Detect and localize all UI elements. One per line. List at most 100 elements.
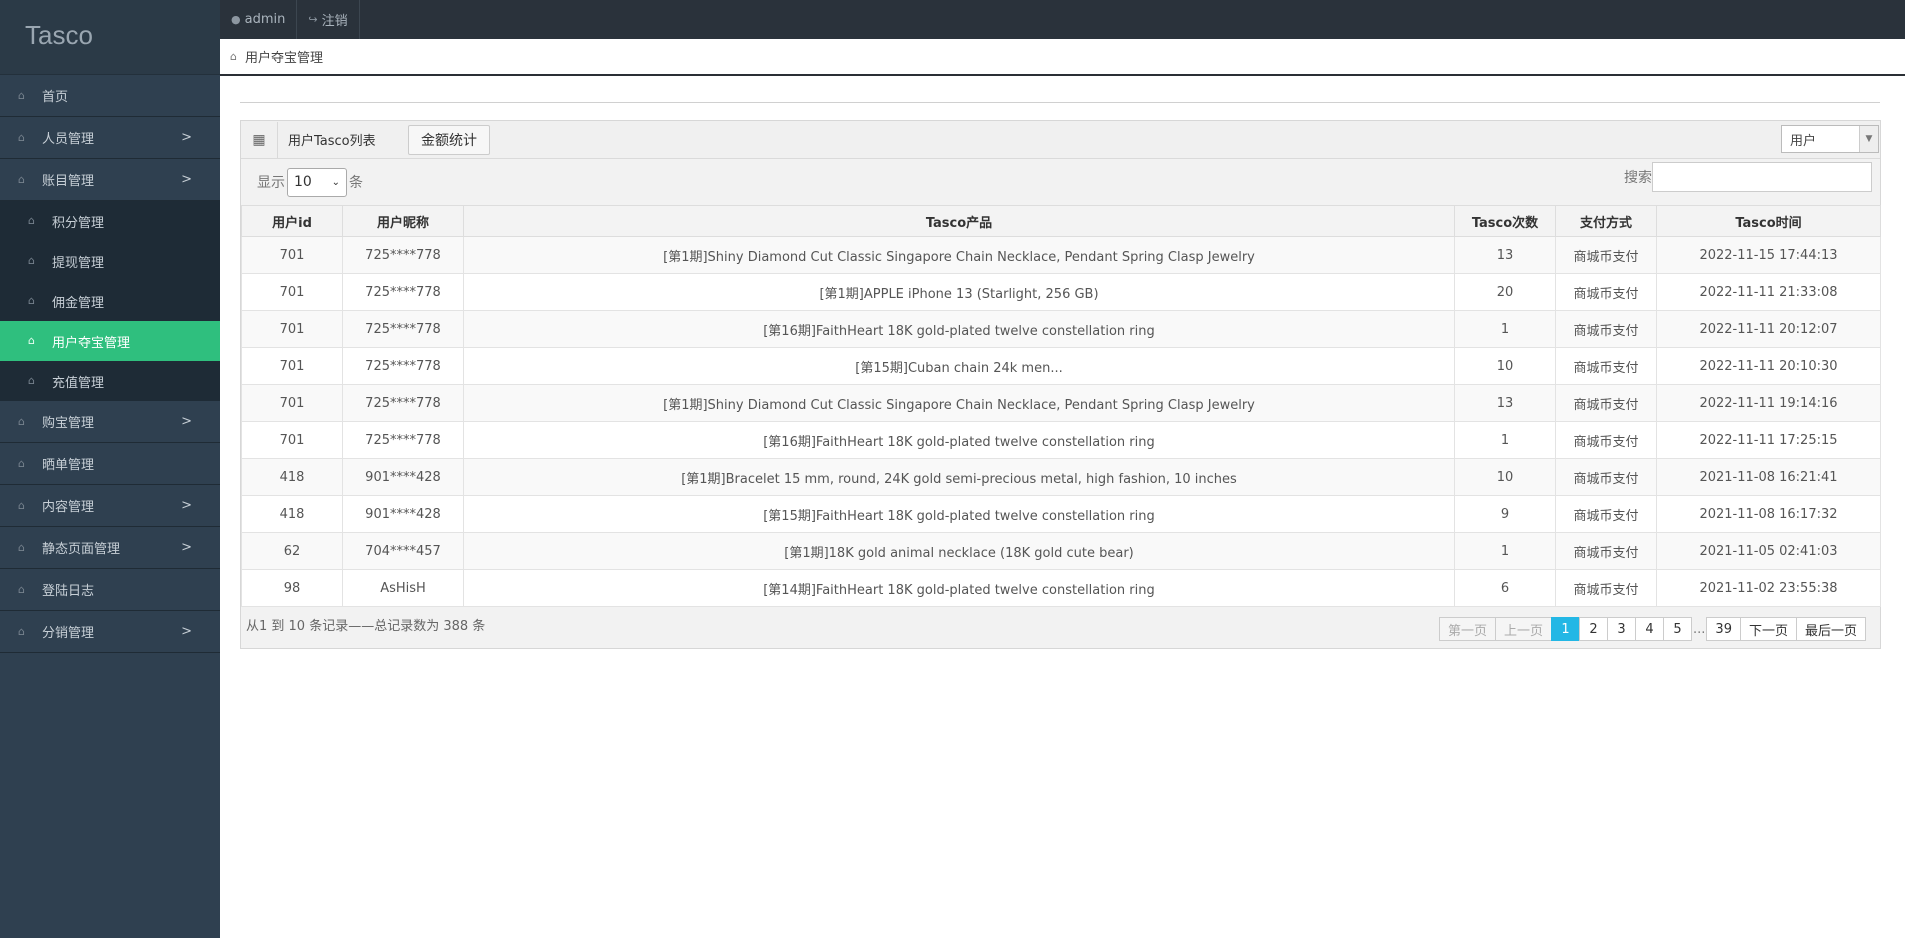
sidebar-item-accounts[interactable]: ⌂ 账目管理 > bbox=[0, 159, 220, 201]
home-icon: ⌂ bbox=[230, 50, 237, 63]
user-id-cell: 62 bbox=[241, 532, 343, 570]
sidebar-subitem-points[interactable]: ⌂ 积分管理 bbox=[0, 201, 220, 241]
sidebar-item-content[interactable]: ⌂ 内容管理 > bbox=[0, 485, 220, 527]
sidebar-item-label: 账目管理 bbox=[42, 174, 95, 189]
count-cell: 20 bbox=[1454, 273, 1556, 311]
column-header[interactable]: 用户id bbox=[241, 205, 343, 237]
sidebar-subitem-label: 提现管理 bbox=[52, 255, 105, 271]
sidebar-item-distribution[interactable]: ⌂ 分销管理 > bbox=[0, 611, 220, 653]
unit-label: 条 bbox=[349, 175, 363, 191]
table-row: 701 725****778 [第16期]FaithHeart 18K gold-p… bbox=[241, 421, 1881, 459]
sidebar-item-showcase[interactable]: ⌂ 晒单管理 bbox=[0, 443, 220, 485]
last-page-button[interactable]: 最后一页 bbox=[1795, 617, 1866, 641]
payment-cell: 商城币支付 bbox=[1555, 347, 1657, 385]
home-icon: ⌂ bbox=[18, 414, 25, 428]
sidebar-subitem-user-treasure[interactable]: ⌂ 用户夺宝管理 bbox=[0, 321, 220, 361]
sidebar: Tasco ⌂ 首页 ⌂ 人员管理 > ⌂ 账目管理 > ⌂ 积分管理 ⌂ 提现… bbox=[0, 0, 220, 938]
column-header[interactable]: 支付方式 bbox=[1555, 205, 1657, 237]
nickname-cell: 725****778 bbox=[342, 384, 464, 422]
count-cell: 13 bbox=[1454, 236, 1556, 274]
sidebar-subitem-label: 佣金管理 bbox=[52, 295, 105, 311]
time-cell: 2021-11-05 02:41:03 bbox=[1656, 532, 1881, 570]
records-table: 用户id 用户昵称 Tasco产品 Tasco次数 支付方式 Tasco时间 7… bbox=[241, 205, 1881, 607]
nickname-cell: 725****778 bbox=[342, 236, 464, 274]
page-number[interactable]: 5 bbox=[1663, 617, 1693, 641]
home-icon: ⌂ bbox=[28, 214, 35, 227]
home-icon: ⌂ bbox=[18, 498, 25, 512]
page-number[interactable]: 2 bbox=[1579, 617, 1609, 641]
next-page-button[interactable]: 下一页 bbox=[1739, 617, 1797, 641]
brand-logo: Tasco bbox=[0, 0, 220, 75]
column-header[interactable]: Tasco时间 bbox=[1656, 205, 1881, 237]
sidebar-item-home[interactable]: ⌂ 首页 bbox=[0, 75, 220, 117]
product-cell: [第16期]FaithHeart 18K gold-plated twelve … bbox=[463, 421, 1455, 459]
page-number[interactable]: 4 bbox=[1635, 617, 1665, 641]
sidebar-item-static-pages[interactable]: ⌂ 静态页面管理 > bbox=[0, 527, 220, 569]
table-toolbar: 显示 10 ⌄ 条 搜索 bbox=[241, 159, 1880, 205]
column-header[interactable]: 用户昵称 bbox=[342, 205, 464, 237]
nickname-cell: 704****457 bbox=[342, 532, 464, 570]
sidebar-item-purchase[interactable]: ⌂ 购宝管理 > bbox=[0, 401, 220, 443]
page-number[interactable]: 1 bbox=[1551, 617, 1581, 641]
sidebar-item-login-log[interactable]: ⌂ 登陆日志 bbox=[0, 569, 220, 611]
home-icon: ⌂ bbox=[18, 456, 25, 470]
grid-icon: ▦ bbox=[241, 121, 278, 158]
count-cell: 13 bbox=[1454, 384, 1556, 422]
table-body: 701 725****778 [第1期]Shiny Diamond Cut Clas… bbox=[241, 236, 1881, 607]
prev-page-button[interactable]: 上一页 bbox=[1495, 617, 1553, 641]
sidebar-item-label: 分销管理 bbox=[42, 626, 95, 641]
user-name: admin bbox=[244, 12, 286, 27]
user-id-cell: 701 bbox=[241, 384, 343, 422]
table-row: 701 725****778 [第1期]APPLE iPhone 13 (Starl… bbox=[241, 273, 1881, 311]
top-bar: ● admin ↪ 注销 bbox=[220, 0, 1905, 39]
count-cell: 1 bbox=[1454, 421, 1556, 459]
search-input[interactable] bbox=[1652, 162, 1872, 192]
sidebar-subitem-recharge[interactable]: ⌂ 充值管理 bbox=[0, 361, 220, 401]
payment-cell: 商城币支付 bbox=[1555, 273, 1657, 311]
column-header[interactable]: Tasco次数 bbox=[1454, 205, 1556, 237]
count-cell: 6 bbox=[1454, 569, 1556, 607]
chevron-down-icon: ⌄ bbox=[331, 176, 340, 188]
pagination: 第一页 上一页 1 2 3 4 5 ... 39 下一页 最后一页 bbox=[1438, 617, 1866, 641]
home-icon: ⌂ bbox=[18, 624, 25, 638]
user-id-cell: 701 bbox=[241, 347, 343, 385]
table-row: 701 725****778 [第15期]Cuban chain 24k men..… bbox=[241, 347, 1881, 385]
first-page-button[interactable]: 第一页 bbox=[1438, 617, 1496, 641]
chevron-down-icon: ▼ bbox=[1859, 126, 1878, 152]
chevron-right-icon: > bbox=[181, 130, 192, 145]
sidebar-item-label: 购宝管理 bbox=[42, 416, 95, 431]
user-id-cell: 701 bbox=[241, 421, 343, 459]
chevron-right-icon: > bbox=[181, 624, 192, 639]
logout-link[interactable]: ↪ 注销 bbox=[297, 0, 360, 39]
home-icon: ⌂ bbox=[18, 88, 25, 102]
page-size-select[interactable]: 10 ⌄ bbox=[287, 167, 347, 197]
sidebar-item-label: 登陆日志 bbox=[42, 584, 95, 599]
nickname-cell: 725****778 bbox=[342, 273, 464, 311]
amount-stats-button[interactable]: 金额统计 bbox=[408, 124, 490, 155]
sidebar-subitem-commission[interactable]: ⌂ 佣金管理 bbox=[0, 281, 220, 321]
sidebar-item-staff[interactable]: ⌂ 人员管理 > bbox=[0, 117, 220, 159]
show-label: 显示 bbox=[257, 175, 285, 191]
payment-cell: 商城币支付 bbox=[1555, 458, 1657, 496]
payment-cell: 商城币支付 bbox=[1555, 532, 1657, 570]
product-cell: [第1期]APPLE iPhone 13 (Starlight, 256 GB) bbox=[463, 273, 1455, 311]
product-cell: [第16期]FaithHeart 18K gold-plated twelve … bbox=[463, 310, 1455, 348]
table-row: 418 901****428 [第1期]Bracelet 15 mm, round,… bbox=[241, 458, 1881, 496]
sidebar-subitem-withdraw[interactable]: ⌂ 提现管理 bbox=[0, 241, 220, 281]
page-number[interactable]: 39 bbox=[1706, 617, 1741, 641]
nickname-cell: AsHisH bbox=[342, 569, 464, 607]
count-cell: 1 bbox=[1454, 532, 1556, 570]
home-icon: ⌂ bbox=[18, 172, 25, 186]
time-cell: 2022-11-11 19:14:16 bbox=[1656, 384, 1881, 422]
nickname-cell: 725****778 bbox=[342, 347, 464, 385]
filter-select[interactable]: 用户 ▼ bbox=[1781, 125, 1879, 153]
column-header[interactable]: Tasco产品 bbox=[463, 205, 1455, 237]
breadcrumb-current: 用户夺宝管理 bbox=[244, 51, 323, 66]
home-icon: ⌂ bbox=[28, 374, 35, 387]
nickname-cell: 725****778 bbox=[342, 310, 464, 348]
sidebar-submenu: ⌂ 积分管理 ⌂ 提现管理 ⌂ 佣金管理 ⌂ 用户夺宝管理 ⌂ 充值管理 bbox=[0, 201, 220, 401]
page-number[interactable]: 3 bbox=[1607, 617, 1637, 641]
user-menu[interactable]: ● admin bbox=[220, 0, 298, 39]
payment-cell: 商城币支付 bbox=[1555, 236, 1657, 274]
table-row: 701 725****778 [第1期]Shiny Diamond Cut Clas… bbox=[241, 236, 1881, 274]
